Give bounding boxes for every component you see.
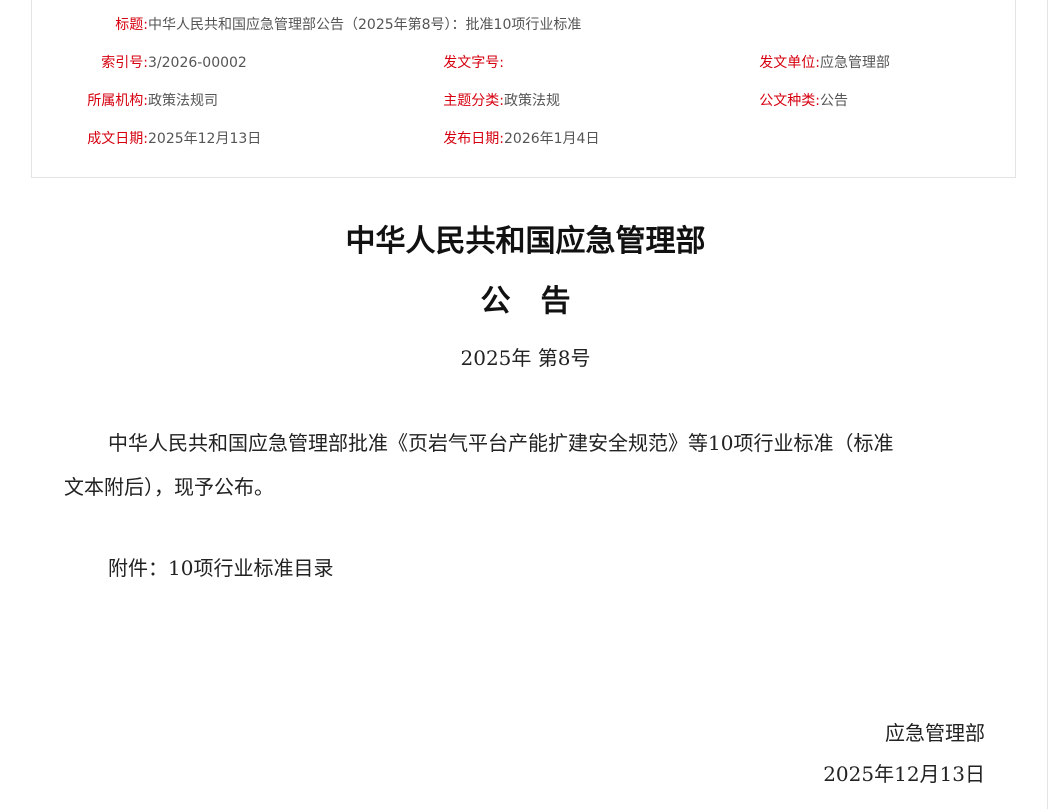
meta-title-label: 标题:: [115, 17, 148, 33]
meta-topic-label: 主题分类:: [443, 93, 504, 109]
page-right-border: [1047, 0, 1048, 809]
meta-index-number: 索引号: 3/2026-00002: [101, 54, 247, 72]
meta-published-date-label: 发布日期:: [443, 131, 504, 147]
meta-organization: 所属机构: 政策法规司: [87, 92, 218, 110]
document-number: 2025年 第8号: [460, 346, 591, 370]
meta-title-value: 中华人民共和国应急管理部公告（2025年第8号）：批准10项行业标准: [148, 17, 582, 33]
meta-document-kind-label: 公文种类:: [759, 93, 820, 109]
meta-topic-value: 政策法规: [504, 93, 560, 109]
meta-created-date-value: 2025年12月13日: [148, 131, 262, 147]
meta-document-number-label: 发文字号:: [443, 55, 504, 71]
meta-topic: 主题分类: 政策法规: [443, 92, 560, 110]
meta-organization-label: 所属机构:: [87, 93, 148, 109]
meta-issuing-unit-label: 发文单位:: [759, 55, 820, 71]
document-heading: 中华人民共和国应急管理部: [345, 224, 706, 259]
meta-published-date: 发布日期: 2026年1月4日: [443, 130, 600, 148]
meta-organization-value: 政策法规司: [148, 93, 218, 109]
body-paragraph-line-2: 文本附后），现予公布。: [64, 475, 274, 499]
document-type-heading: 公 告: [480, 284, 571, 319]
meta-issuing-unit-value: 应急管理部: [820, 55, 890, 71]
meta-document-kind: 公文种类: 公告: [759, 92, 848, 110]
meta-published-date-value: 2026年1月4日: [504, 131, 600, 147]
meta-created-date: 成文日期: 2025年12月13日: [87, 130, 262, 148]
signature-organization: 应急管理部: [885, 721, 985, 745]
meta-title: 标题: 中华人民共和国应急管理部公告（2025年第8号）：批准10项行业标准: [115, 16, 582, 34]
meta-issuing-unit: 发文单位: 应急管理部: [759, 54, 890, 72]
meta-created-date-label: 成文日期:: [87, 131, 148, 147]
body-paragraph-line-1: 中华人民共和国应急管理部批准《页岩气平台产能扩建安全规范》等10项行业标准（标准: [108, 431, 894, 455]
meta-index-number-label: 索引号:: [101, 55, 148, 71]
attachment-line: 附件：10项行业标准目录: [108, 556, 334, 580]
meta-index-number-value: 3/2026-00002: [148, 55, 247, 71]
meta-document-kind-value: 公告: [820, 93, 848, 109]
signature-date: 2025年12月13日: [823, 762, 985, 786]
